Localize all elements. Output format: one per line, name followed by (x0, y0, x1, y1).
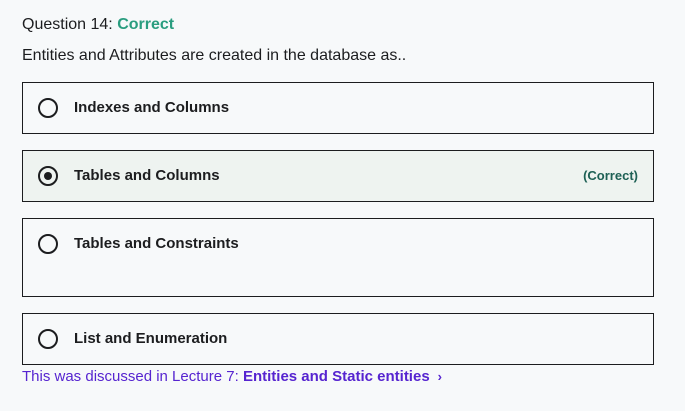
option-indexes-and-columns[interactable]: Indexes and Columns (22, 82, 654, 134)
radio-icon[interactable] (38, 329, 58, 349)
option-label: Tables and Columns (74, 167, 220, 184)
lecture-link[interactable]: Entities and Static entities (243, 368, 430, 385)
question-status: Correct (117, 16, 175, 33)
option-tables-and-columns[interactable]: Tables and Columns (Correct) (22, 150, 654, 202)
option-tables-and-constraints[interactable]: Tables and Constraints (22, 218, 654, 297)
option-label: Tables and Constraints (74, 235, 239, 252)
lecture-reference-text: This was discussed in Lecture 7: (22, 368, 239, 385)
question-header: Question 14: Correct (22, 15, 174, 35)
chevron-right-icon[interactable]: › (438, 367, 442, 387)
radio-selected-dot (44, 172, 52, 180)
lecture-reference: This was discussed in Lecture 7: Entitie… (22, 367, 442, 387)
question-prompt: Entities and Attributes are created in t… (22, 47, 407, 64)
question-number: Question 14: (22, 16, 113, 33)
option-list-and-enumeration[interactable]: List and Enumeration (22, 313, 654, 365)
radio-icon[interactable] (38, 98, 58, 118)
radio-icon[interactable] (38, 166, 58, 186)
option-label: Indexes and Columns (74, 99, 230, 116)
option-label: List and Enumeration (74, 330, 228, 347)
radio-icon[interactable] (38, 234, 58, 254)
correct-badge: (Correct) (583, 168, 638, 183)
